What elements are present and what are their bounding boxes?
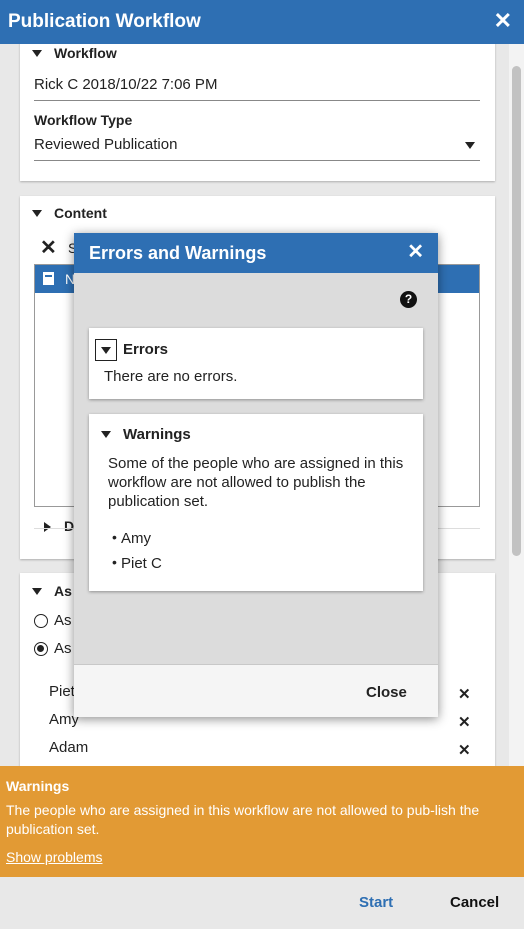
scrollbar-thumb[interactable] [512,66,521,556]
workflow-name-field[interactable]: Rick C 2018/10/22 7:06 PM [34,76,480,101]
radio-option-1[interactable] [34,614,48,628]
vertical-scrollbar[interactable] [509,44,524,766]
window-header: Publication Workflow ✕ [0,0,524,44]
radio-option-2[interactable] [34,642,48,656]
details-header[interactable]: D [64,518,74,534]
warnings-card: Warnings Some of the people who are assi… [89,414,423,591]
radio-option-2-label: As [54,640,72,657]
close-icon[interactable]: ✕ [407,242,424,262]
errors-warnings-dialog: Errors and Warnings ✕ ? Errors There are… [74,233,438,717]
warning-banner: Warnings The people who are assigned in … [0,766,524,877]
close-icon[interactable]: ✕ [494,10,512,32]
banner-title: Warnings [6,778,70,794]
collapse-icon[interactable] [101,431,111,438]
remove-assignee-icon[interactable]: ✕ [458,685,471,703]
help-icon[interactable]: ? [400,291,417,308]
show-problems-link[interactable]: Show problems [6,849,103,865]
dialog-header: Errors and Warnings ✕ [74,233,438,273]
errors-toggle[interactable] [95,339,117,361]
bullet: • [112,529,117,545]
collapse-icon[interactable] [32,210,42,217]
cancel-button[interactable]: Cancel [450,894,499,911]
collapse-icon[interactable] [32,50,42,57]
errors-card: Errors There are no errors. [89,328,423,399]
warning-person: Amy [121,530,151,547]
workflow-section-header[interactable]: Workflow [54,45,117,61]
window-footer: Start Cancel [0,877,524,929]
warning-person: Piet C [121,555,162,572]
collapse-icon[interactable] [32,588,42,595]
errors-message: There are no errors. [104,368,238,385]
document-icon [43,272,54,285]
warnings-message: Some of the people who are assigned in t… [108,455,404,510]
collapse-icon [101,347,111,354]
chevron-down-icon[interactable] [465,142,475,149]
radio-option-1-label: As [54,612,72,629]
remove-assignee-icon[interactable]: ✕ [458,741,471,759]
errors-header[interactable]: Errors [123,341,168,358]
remove-icon[interactable]: ✕ [40,235,57,260]
banner-message: The people who are assigned in this work… [6,802,480,837]
workflow-type-label: Workflow Type [34,112,133,128]
workflow-card: Workflow Rick C 2018/10/22 7:06 PM Workf… [20,44,495,181]
assignee-name: Piet [49,683,75,700]
warnings-header[interactable]: Warnings [123,426,191,443]
assignment-section-header[interactable]: As [54,583,72,599]
remove-assignee-icon[interactable]: ✕ [458,713,471,731]
window-title: Publication Workflow [8,11,201,32]
start-button[interactable]: Start [359,894,393,911]
expand-icon[interactable] [44,522,51,532]
assignee-name: Adam [49,739,89,756]
bullet: • [112,554,117,570]
content-section-header[interactable]: Content [54,205,107,221]
close-button[interactable]: Close [366,684,407,701]
dialog-footer: Close [74,664,438,717]
dialog-title: Errors and Warnings [89,243,267,263]
workflow-type-select[interactable]: Reviewed Publication [34,136,480,161]
